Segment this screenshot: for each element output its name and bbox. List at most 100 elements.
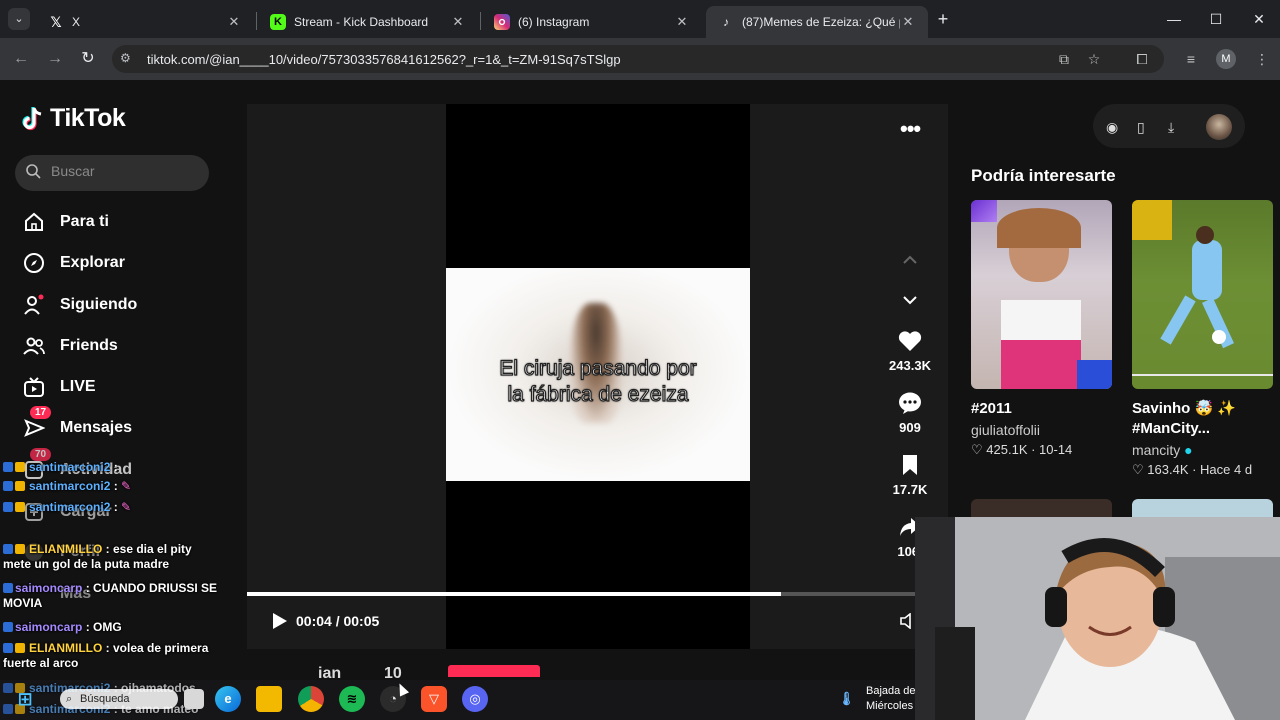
download-icon[interactable]: ⤓: [1168, 119, 1174, 136]
chat-user: santimarconi2: [29, 479, 111, 493]
card-user[interactable]: giuliatoffolii: [971, 422, 1112, 438]
search-box[interactable]: [15, 155, 209, 191]
forward-button[interactable]: →: [44, 48, 66, 70]
play-icon[interactable]: [270, 612, 288, 635]
chat-message: ELIANMILLO : volea de primera fuerte al …: [3, 641, 218, 671]
nav-live[interactable]: LIVE: [22, 373, 96, 401]
x-logo-icon: 𝕏: [50, 13, 62, 30]
bookmark-action[interactable]: 17.7K: [884, 450, 936, 497]
coins-icon[interactable]: ◉: [1106, 119, 1118, 136]
emote-icon: ✎: [121, 479, 132, 493]
card-thumbnail[interactable]: [1132, 200, 1273, 389]
close-tab-icon[interactable]: ✕: [450, 14, 466, 30]
chat-message: saimoncarp : CUANDO DRIUSSI SE MOVIA: [3, 581, 218, 611]
tab-title: (6) Instagram: [518, 15, 590, 29]
close-tab-icon[interactable]: ✕: [674, 14, 690, 30]
tab-tiktok[interactable]: ♪ (87)Memes de Ezeiza: ¿Qué pas ✕: [706, 6, 928, 38]
spotify-icon[interactable]: ≋: [339, 686, 365, 712]
comment-icon[interactable]: [884, 388, 936, 418]
nav-explorar[interactable]: Explorar: [22, 249, 125, 277]
follow-button[interactable]: [448, 665, 540, 677]
tiktok-logo-icon: ♪: [723, 15, 729, 29]
chrome-icon[interactable]: [298, 686, 324, 712]
bookmark-star-icon[interactable]: ☆: [1084, 49, 1104, 69]
video-frame[interactable]: El ciruja pasando por la fábrica de ezei…: [446, 268, 750, 481]
nav-mensajes[interactable]: 17 Mensajes: [22, 406, 132, 442]
maximize-button[interactable]: ☐: [1194, 0, 1238, 38]
card-thumbnail[interactable]: [971, 200, 1112, 389]
video-caption: El ciruja pasando por la fábrica de ezei…: [446, 356, 750, 408]
tab-search-button[interactable]: ⌄: [8, 8, 30, 30]
extensions-icon[interactable]: ⧠: [1132, 49, 1152, 69]
url-text[interactable]: tiktok.com/@ian____10/video/757303357684…: [147, 52, 621, 67]
edge-icon[interactable]: e: [215, 686, 241, 712]
comment-count: 909: [899, 420, 921, 435]
card-title: Savinho 🤯 ✨ #ManCity...: [1132, 400, 1237, 437]
nav-friends[interactable]: Friends: [22, 332, 118, 360]
user-avatar[interactable]: [1206, 114, 1232, 140]
nav-siguiendo[interactable]: Siguiendo: [22, 291, 137, 319]
nav-para-ti[interactable]: Para ti: [22, 208, 109, 236]
badge-icon: [15, 481, 25, 491]
weather-line-2: Miércoles: [866, 700, 914, 712]
heart-icon[interactable]: [884, 326, 936, 356]
site-info-icon[interactable]: ⚙: [120, 51, 131, 65]
chat-message: santimarconi2 :: [3, 460, 218, 475]
task-view-icon[interactable]: [184, 689, 204, 709]
browser-tab-bar: ⌄ 𝕏 X ✕ K Stream - Kick Dashboard ✕ (6) …: [0, 0, 1280, 38]
streamer-webcam: [915, 517, 1280, 720]
chat-text: :: [110, 460, 118, 474]
following-icon: [22, 293, 46, 317]
discord-icon[interactable]: ◎: [462, 686, 488, 712]
device-icon[interactable]: ▯: [1137, 119, 1145, 136]
close-window-button[interactable]: ✕: [1237, 0, 1280, 38]
comment-action[interactable]: 909: [884, 388, 936, 435]
tiktok-logo[interactable]: TikTok: [22, 104, 126, 133]
chat-user: ELIANMILLO: [29, 542, 103, 556]
new-tab-button[interactable]: +: [932, 8, 954, 30]
install-app-icon[interactable]: ⧉: [1054, 49, 1074, 69]
nav-label: Friends: [60, 337, 118, 354]
recommended-card[interactable]: #2011 giuliatoffolii ♡ 425.1K · 10-14: [971, 200, 1112, 458]
windows-start-icon[interactable]: ⊞: [12, 686, 38, 712]
badge-icon: [15, 502, 25, 512]
taskbar-search[interactable]: ⌕ Búsqueda: [60, 689, 178, 709]
badge-icon: [3, 643, 13, 653]
back-button[interactable]: ←: [10, 48, 32, 70]
card-user[interactable]: mancity ●: [1132, 442, 1280, 458]
kick-logo-icon: K: [270, 14, 286, 30]
tab-instagram[interactable]: (6) Instagram ✕: [482, 6, 702, 38]
close-tab-icon[interactable]: ✕: [226, 14, 242, 30]
badge-icon: [3, 462, 13, 472]
badge-icon: [3, 481, 13, 491]
tab-title: (87)Memes de Ezeiza: ¿Qué pas: [742, 15, 900, 29]
file-explorer-icon[interactable]: [256, 686, 282, 712]
bookmark-icon[interactable]: [884, 450, 936, 480]
volume-icon[interactable]: [900, 612, 916, 632]
media-control-icon[interactable]: ≡: [1181, 49, 1201, 69]
weather-widget[interactable]: Bajada de Miércoles: [866, 684, 916, 714]
brave-icon[interactable]: ▽: [421, 686, 447, 712]
chrome-menu-icon[interactable]: ⋮: [1252, 49, 1272, 69]
minimize-button[interactable]: —: [1152, 0, 1196, 38]
more-options-icon[interactable]: •••: [900, 116, 921, 142]
profile-avatar[interactable]: M: [1216, 49, 1236, 69]
like-action[interactable]: 243.3K: [884, 326, 936, 373]
next-video-icon[interactable]: [902, 292, 918, 308]
weather-icon[interactable]: 🌡: [838, 686, 855, 712]
video-progress-bar[interactable]: [247, 592, 915, 596]
logo-text: TikTok: [50, 104, 126, 132]
previous-video-icon[interactable]: [902, 252, 918, 268]
reload-button[interactable]: ↻: [77, 48, 99, 70]
badge-icon: [15, 544, 25, 554]
instagram-logo-icon: [494, 14, 510, 30]
close-tab-icon[interactable]: ✕: [900, 14, 916, 30]
recommended-card[interactable]: Savinho 🤯 ✨ #ManCity... mancity ● ♡ 163.…: [1132, 200, 1280, 478]
search-input[interactable]: [51, 163, 201, 179]
nav-label: Siguiendo: [60, 296, 138, 313]
chat-message: ELIANMILLO : ese dia el pity mete un gol…: [3, 542, 218, 572]
tab-kick-dashboard[interactable]: K Stream - Kick Dashboard ✕: [258, 6, 478, 38]
tab-x[interactable]: 𝕏 X ✕: [36, 6, 254, 38]
badge-icon: [3, 622, 13, 632]
chat-user: santimarconi2: [29, 500, 111, 514]
